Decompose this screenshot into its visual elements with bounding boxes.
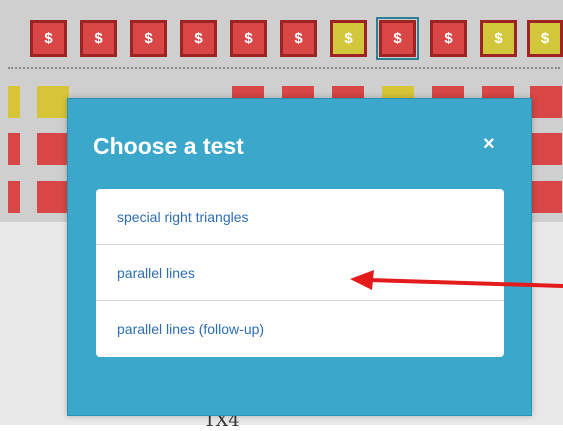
test-tile[interactable]: $ — [130, 20, 167, 57]
modal-title: Choose a test — [93, 133, 244, 159]
test-tile[interactable]: $ — [180, 20, 217, 57]
grid-cell[interactable] — [530, 86, 562, 118]
grid-cell[interactable] — [37, 86, 69, 118]
grid-cell[interactable] — [530, 133, 562, 165]
grid-cell[interactable] — [8, 133, 20, 165]
test-tile[interactable]: $ — [30, 20, 67, 57]
test-option-parallel-lines-follow-up[interactable]: parallel lines (follow-up) — [96, 301, 504, 357]
test-tile[interactable]: $ — [230, 20, 267, 57]
grid-cell[interactable] — [37, 133, 69, 165]
test-tile[interactable]: $ — [330, 20, 367, 57]
test-tile[interactable]: $ — [480, 20, 517, 57]
test-tile[interactable]: $ — [80, 20, 117, 57]
test-tile-selected[interactable]: $ — [376, 17, 419, 60]
test-list: special right triangles parallel lines p… — [96, 189, 504, 357]
choose-test-modal: Choose a test × special right triangles … — [67, 98, 532, 416]
grid-cell[interactable] — [530, 181, 562, 213]
grid-cell[interactable] — [8, 86, 20, 118]
test-option-parallel-lines[interactable]: parallel lines — [96, 245, 504, 301]
divider — [8, 67, 560, 69]
test-tile[interactable]: $ — [280, 20, 317, 57]
test-option-special-right-triangles[interactable]: special right triangles — [96, 189, 504, 245]
grid-cell[interactable] — [37, 181, 69, 213]
test-tile[interactable]: $ — [527, 20, 563, 57]
grid-cell[interactable] — [8, 181, 20, 213]
close-icon[interactable]: × — [483, 133, 495, 156]
test-tile[interactable]: $ — [430, 20, 467, 57]
